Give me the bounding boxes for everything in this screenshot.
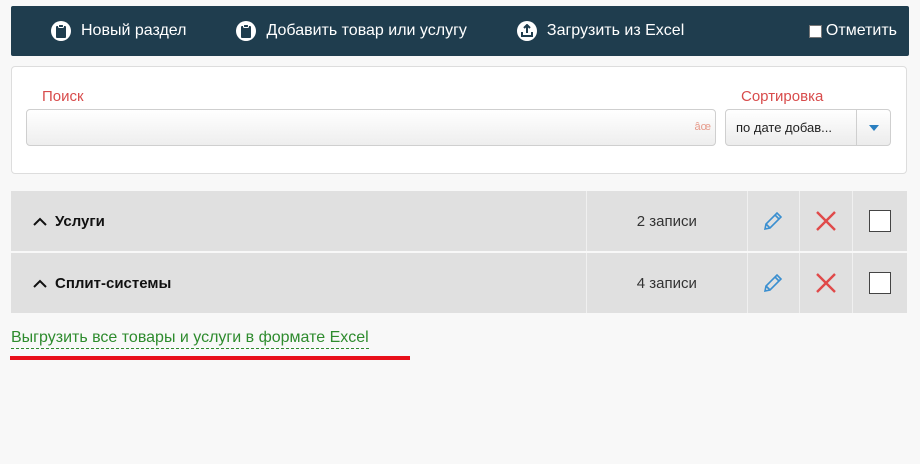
add-item-label: Добавить товар или услугу [266, 22, 467, 39]
clipboard-icon [51, 21, 71, 41]
section-toggle[interactable]: Услуги [11, 191, 588, 251]
edit-button[interactable] [748, 253, 801, 313]
import-excel-button[interactable]: Загрузить из Excel [516, 21, 685, 41]
close-icon [816, 273, 837, 293]
new-section-label: Новый раздел [81, 22, 187, 39]
record-count: 4 записи [587, 253, 748, 313]
row-checkbox[interactable] [869, 272, 892, 294]
clipboard-icon [236, 21, 257, 41]
section-name: Сплит-системы [55, 274, 172, 292]
search-hint: âœ [694, 121, 712, 133]
sort-select[interactable]: по дате добав... [725, 109, 891, 146]
upload-icon [516, 21, 537, 41]
chevron-up-icon [33, 279, 47, 288]
row-select-cell [853, 253, 907, 313]
mark-all-label: Отметить [825, 22, 897, 39]
new-section-button[interactable]: Новый раздел [51, 21, 186, 41]
section-toggle[interactable]: Сплит-системы [11, 253, 588, 313]
search-panel: Поиск Сортировка âœ по дате добав... [11, 66, 907, 174]
edit-button[interactable] [748, 191, 801, 251]
row-select-cell [853, 191, 907, 251]
close-icon [816, 211, 837, 231]
checkbox-icon[interactable] [808, 24, 822, 38]
search-label: Поиск [42, 88, 84, 105]
import-excel-label: Загрузить из Excel [546, 22, 685, 39]
delete-button[interactable] [800, 253, 854, 313]
delete-button[interactable] [800, 191, 854, 251]
pencil-icon [764, 273, 783, 293]
record-count: 2 записи [587, 191, 748, 251]
row-checkbox[interactable] [869, 210, 892, 232]
mark-all-checkbox[interactable]: Отметить [808, 22, 897, 40]
dropdown-arrow-icon[interactable] [856, 110, 890, 145]
sort-selected-value: по дате добав... [736, 120, 832, 135]
table-row: Сплит-системы 4 записи [11, 253, 907, 313]
export-excel-link[interactable]: Выгрузить все товары и услуги в формате … [11, 329, 369, 349]
add-item-button[interactable]: Добавить товар или услугу [236, 21, 467, 41]
search-input[interactable]: âœ [26, 109, 716, 146]
sort-label: Сортировка [741, 88, 824, 105]
table-row: Услуги 2 записи [11, 191, 907, 251]
toolbar: Новый раздел Добавить товар или услугу З… [11, 6, 909, 56]
section-name: Услуги [55, 212, 105, 230]
chevron-up-icon [33, 217, 47, 226]
pencil-icon [764, 211, 783, 231]
highlight-underline [10, 356, 410, 360]
